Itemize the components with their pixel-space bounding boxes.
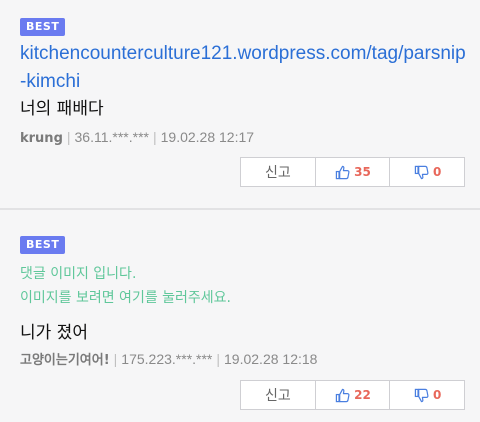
- report-label: 신고: [264, 388, 291, 404]
- downvote-count: 0: [433, 165, 442, 179]
- comment-date: 19.02.28 12:18: [224, 351, 318, 367]
- comment-item: BEST 댓글 이미지 입니다. 이미지를 보려면 여기를 눌러주세요. 니가 …: [0, 210, 480, 422]
- comment-author[interactable]: krung: [20, 131, 63, 146]
- downvote-count: 0: [433, 388, 442, 402]
- comment-actions: 신고 35 0: [240, 157, 465, 187]
- comment-meta: krung | 36.11.***.*** | 19.02.28 12:17: [20, 128, 254, 148]
- comment-text: 너의 패배다: [20, 99, 104, 119]
- downvote-button[interactable]: 0: [389, 381, 464, 409]
- comment-item: BEST kitchencounterculture121.wordpress.…: [0, 0, 480, 208]
- comment-date: 19.02.28 12:17: [160, 129, 255, 145]
- report-label: 신고: [264, 165, 291, 181]
- comment-ip: 175.223.***.***: [121, 351, 213, 367]
- comment-ip: 36.11.***.***: [74, 129, 149, 145]
- meta-separator: |: [152, 129, 157, 145]
- image-placeholder-notice[interactable]: 댓글 이미지 입니다.: [20, 262, 136, 286]
- upvote-button[interactable]: 22: [314, 381, 390, 409]
- comment-link[interactable]: kitchencounterculture121.wordpress.com/t…: [20, 40, 466, 96]
- comment-text: 니가 졌어: [20, 323, 88, 343]
- comment-meta: 고양이는기여어! | 175.223.***.*** | 19.02.28 12:18: [20, 350, 317, 370]
- best-badge: BEST: [20, 18, 66, 36]
- thumb-down-icon: [413, 387, 429, 403]
- comment-actions: 신고 22 0: [240, 380, 465, 410]
- image-placeholder-hint[interactable]: 이미지를 보려면 여기를 눌러주세요.: [20, 286, 231, 310]
- thumb-up-icon: [334, 164, 350, 180]
- meta-separator: |: [66, 129, 71, 145]
- report-button[interactable]: 신고: [241, 158, 315, 186]
- upvote-button[interactable]: 35: [314, 158, 390, 186]
- thumb-down-icon: [413, 164, 429, 180]
- meta-separator: |: [216, 351, 221, 367]
- downvote-button[interactable]: 0: [389, 158, 464, 186]
- thumb-up-icon: [334, 387, 350, 403]
- meta-separator: |: [113, 351, 118, 367]
- comment-author[interactable]: 고양이는기여어!: [20, 353, 110, 368]
- report-button[interactable]: 신고: [241, 381, 315, 409]
- upvote-count: 35: [354, 165, 371, 179]
- upvote-count: 22: [354, 388, 371, 402]
- best-badge: BEST: [20, 236, 66, 254]
